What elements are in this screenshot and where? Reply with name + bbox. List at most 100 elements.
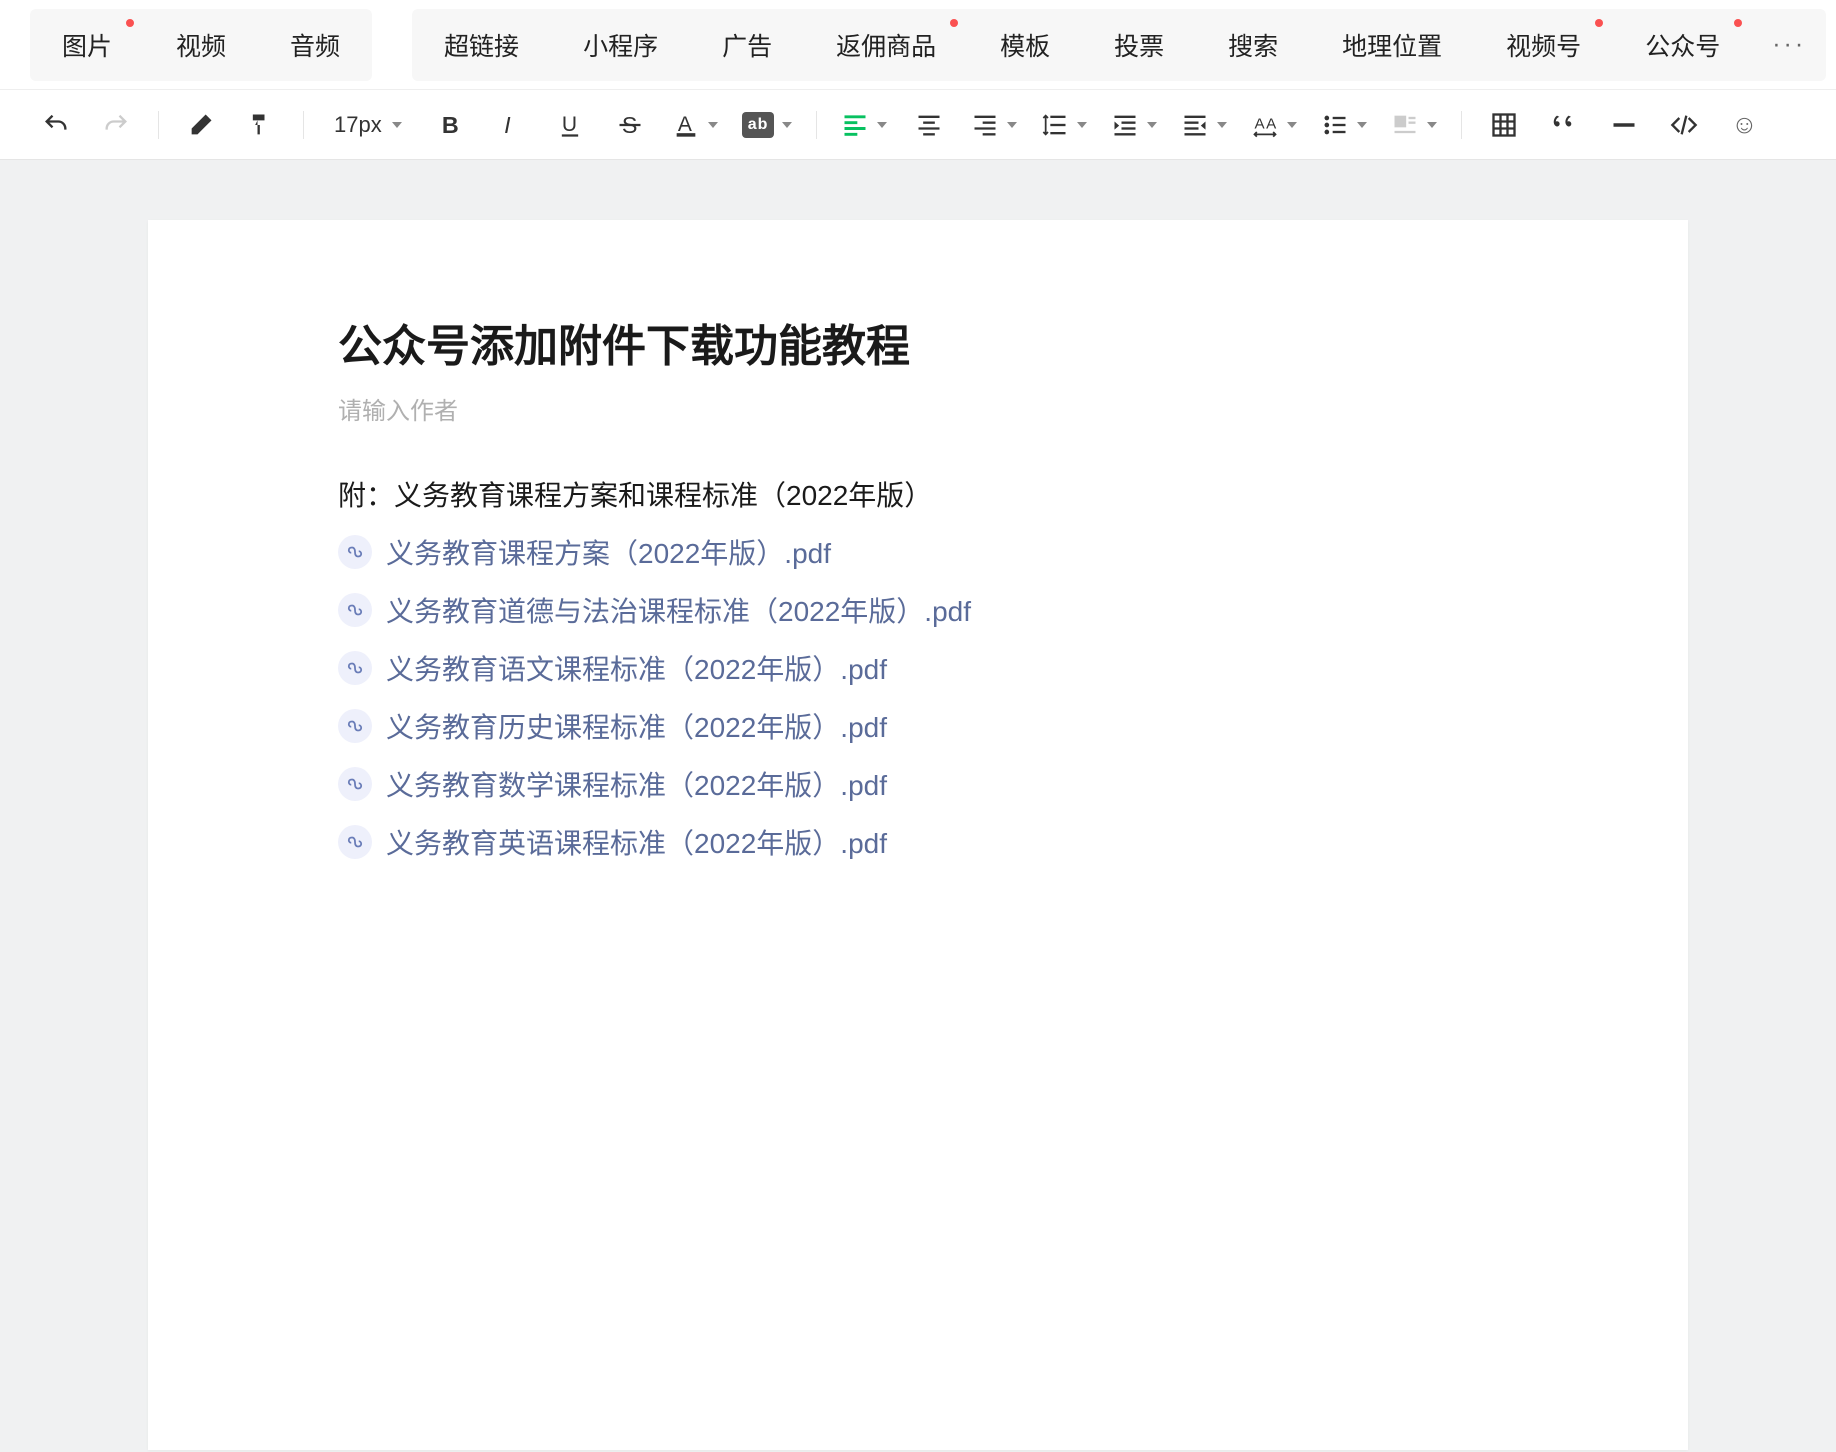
table-icon xyxy=(1490,111,1518,139)
font-size-selector[interactable]: 17px xyxy=(328,112,408,138)
tab-hyperlink[interactable]: 超链接 xyxy=(412,9,551,81)
more-button[interactable]: ··· xyxy=(1752,12,1826,77)
toolbar-separator xyxy=(303,111,304,139)
list-button[interactable] xyxy=(1321,111,1367,139)
attachment-item[interactable]: 义务教育道德与法治课程标准（2022年版）.pdf xyxy=(338,590,1498,630)
attachment-name: 义务教育历史课程标准（2022年版）.pdf xyxy=(386,706,887,746)
tab-search[interactable]: 搜索 xyxy=(1196,9,1310,81)
attachment-name: 义务教育道德与法治课程标准（2022年版）.pdf xyxy=(386,590,971,630)
divider-icon xyxy=(1610,111,1638,139)
paint-icon xyxy=(247,111,275,139)
underline-button[interactable]: U xyxy=(552,107,588,143)
svg-text:B: B xyxy=(442,112,459,138)
tab-audio[interactable]: 音频 xyxy=(258,9,372,81)
letter-spacing-button[interactable]: A A xyxy=(1251,111,1297,139)
eraser-icon xyxy=(187,111,215,139)
tab-label: 音频 xyxy=(290,33,340,61)
tab-label: 图片 xyxy=(62,33,112,61)
highlight-button[interactable]: ab xyxy=(742,112,793,138)
tab-label: 模板 xyxy=(1000,33,1050,61)
new-dot-icon xyxy=(1734,19,1742,27)
chevron-down-icon xyxy=(1077,122,1087,128)
font-size-value: 17px xyxy=(334,112,382,138)
tab-label: 投票 xyxy=(1114,33,1164,61)
indent-left-button[interactable] xyxy=(1111,111,1157,139)
emoji-icon: ☺ xyxy=(1731,109,1758,140)
indent-right-button[interactable] xyxy=(1181,111,1227,139)
chevron-down-icon xyxy=(708,122,718,128)
attachment-item[interactable]: 义务教育英语课程标准（2022年版）.pdf xyxy=(338,822,1498,862)
redo-button[interactable] xyxy=(98,107,134,143)
align-center-button[interactable] xyxy=(911,107,947,143)
tab-ad[interactable]: 广告 xyxy=(690,9,804,81)
text-color-button[interactable]: A xyxy=(672,111,718,139)
code-button[interactable] xyxy=(1666,107,1702,143)
miniprogram-link-icon xyxy=(338,535,372,569)
tab-label: 地理位置 xyxy=(1342,33,1442,61)
chevron-down-icon xyxy=(1217,122,1227,128)
new-dot-icon xyxy=(950,19,958,27)
chevron-down-icon xyxy=(877,122,887,128)
tab-commission-product[interactable]: 返佣商品 xyxy=(804,9,968,81)
toolbar-separator xyxy=(1461,111,1462,139)
bold-button[interactable]: B xyxy=(432,107,468,143)
tab-channels[interactable]: 视频号 xyxy=(1474,9,1613,81)
tab-template[interactable]: 模板 xyxy=(968,9,1082,81)
attachment-name: 义务教育数学课程标准（2022年版）.pdf xyxy=(386,764,887,804)
svg-text:A: A xyxy=(1267,115,1278,132)
clear-format-button[interactable] xyxy=(183,107,219,143)
tab-label: 超链接 xyxy=(444,33,519,61)
format-painter-button[interactable] xyxy=(243,107,279,143)
list-icon xyxy=(1321,111,1349,139)
toolbar-separator xyxy=(816,111,817,139)
svg-text:A: A xyxy=(678,112,692,135)
tab-group-media: 图片 视频 音频 xyxy=(30,9,372,81)
quote-button[interactable] xyxy=(1546,107,1582,143)
float-button[interactable] xyxy=(1391,111,1437,139)
align-left-button[interactable] xyxy=(841,111,887,139)
author-input[interactable] xyxy=(338,398,1498,426)
indent-right-icon xyxy=(1181,111,1209,139)
document-title[interactable]: 公众号添加附件下载功能教程 xyxy=(338,310,1498,374)
miniprogram-link-icon xyxy=(338,825,372,859)
tab-label: 视频 xyxy=(176,33,226,61)
letter-spacing-icon: A A xyxy=(1251,111,1279,139)
strikethrough-button[interactable]: S xyxy=(612,107,648,143)
tab-miniprogram[interactable]: 小程序 xyxy=(551,9,690,81)
chevron-down-icon xyxy=(1147,122,1157,128)
table-button[interactable] xyxy=(1486,107,1522,143)
tab-label: 广告 xyxy=(722,33,772,61)
line-height-button[interactable] xyxy=(1041,111,1087,139)
tab-vote[interactable]: 投票 xyxy=(1082,9,1196,81)
tab-official-account[interactable]: 公众号 xyxy=(1613,9,1752,81)
attachment-item[interactable]: 义务教育数学课程标准（2022年版）.pdf xyxy=(338,764,1498,804)
tab-location[interactable]: 地理位置 xyxy=(1310,9,1474,81)
attachment-item[interactable]: 义务教育课程方案（2022年版）.pdf xyxy=(338,532,1498,572)
attachment-item[interactable]: 义务教育语文课程标准（2022年版）.pdf xyxy=(338,648,1498,688)
document-page[interactable]: 公众号添加附件下载功能教程 附：义务教育课程方案和课程标准（2022年版） 义务… xyxy=(148,220,1688,1450)
italic-icon: I xyxy=(496,111,524,139)
insert-tabs-bar: 图片 视频 音频 超链接 小程序 广告 返佣商品 模板 投票 搜索 xyxy=(0,0,1836,90)
toolbar-separator xyxy=(158,111,159,139)
chevron-down-icon xyxy=(1427,122,1437,128)
divider-button[interactable] xyxy=(1606,107,1642,143)
attachment-item[interactable]: 义务教育历史课程标准（2022年版）.pdf xyxy=(338,706,1498,746)
tab-image[interactable]: 图片 xyxy=(30,9,144,81)
chevron-down-icon xyxy=(392,122,402,128)
italic-button[interactable]: I xyxy=(492,107,528,143)
undo-button[interactable] xyxy=(38,107,74,143)
tab-video[interactable]: 视频 xyxy=(144,9,258,81)
tab-label: 视频号 xyxy=(1506,33,1581,61)
editor-canvas: 公众号添加附件下载功能教程 附：义务教育课程方案和课程标准（2022年版） 义务… xyxy=(0,160,1836,1450)
float-icon xyxy=(1391,111,1419,139)
svg-text:I: I xyxy=(504,112,511,138)
attachment-heading[interactable]: 附：义务教育课程方案和课程标准（2022年版） xyxy=(338,474,1498,514)
redo-icon xyxy=(102,111,130,139)
undo-icon xyxy=(42,111,70,139)
strikethrough-icon: S xyxy=(616,111,644,139)
emoji-button[interactable]: ☺ xyxy=(1726,107,1762,143)
align-right-button[interactable] xyxy=(971,111,1017,139)
tab-label: 返佣商品 xyxy=(836,33,936,61)
tab-label: 公众号 xyxy=(1645,33,1720,61)
chevron-down-icon xyxy=(1357,122,1367,128)
